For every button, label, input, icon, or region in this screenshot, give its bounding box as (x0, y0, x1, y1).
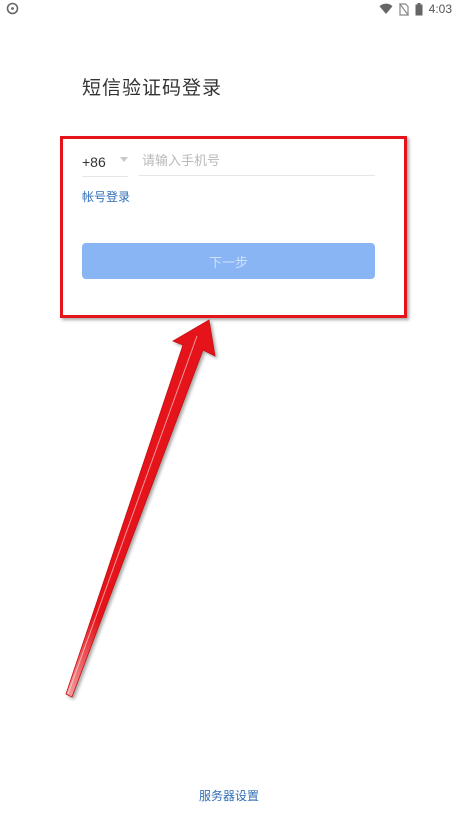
annotation-arrow (65, 319, 216, 698)
wifi-icon (379, 3, 393, 14)
status-bar: 4:03 (0, 0, 458, 18)
login-screen: 4:03 短信验证码登录 +86 帐号登录 下一步 服务器设置 (0, 0, 458, 820)
no-sim-icon (398, 2, 409, 16)
status-right-group: 4:03 (379, 1, 452, 17)
app-notification-icon (6, 2, 19, 15)
battery-icon (415, 2, 423, 15)
server-settings-link[interactable]: 服务器设置 (0, 787, 458, 804)
page-title: 短信验证码登录 (82, 77, 223, 99)
status-time: 4:03 (428, 2, 452, 16)
annotation-arrow-shape (65, 319, 216, 698)
annotation-highlight-box (60, 136, 407, 318)
